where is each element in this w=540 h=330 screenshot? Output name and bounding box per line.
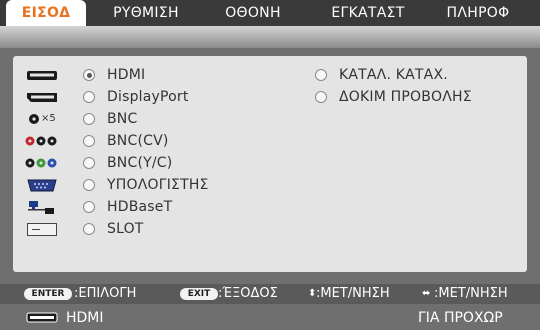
radio-button[interactable] <box>83 201 95 213</box>
current-source-label: HDMI <box>66 310 104 326</box>
bnc-svideo-icon <box>25 154 65 174</box>
option-label: ΔΟΚΙΜ ΠΡΟΒΟΛΗΣ <box>339 89 472 105</box>
bnc-composite-icon <box>25 132 65 152</box>
input-label: DisplayPort <box>107 89 189 105</box>
network-lan-icon <box>25 198 65 218</box>
radio-button[interactable] <box>83 91 95 103</box>
vga-computer-icon <box>25 176 65 196</box>
radio-button[interactable] <box>83 113 95 125</box>
input-option-bnc-yc[interactable]: BNC(Y/C) <box>25 154 265 174</box>
exit-key-badge: EXIT <box>180 288 218 300</box>
move-vertical-hint: :ΜΕΤ/ΝΗΣΗ <box>316 286 390 301</box>
radio-button[interactable] <box>315 69 327 81</box>
input-label: BNC(Y/C) <box>107 155 173 171</box>
tab-info[interactable]: ΠΛΗΡΟΦ <box>428 0 528 26</box>
tab-installation[interactable]: ΕΓΚΑΤΑΣΤ <box>316 0 420 26</box>
option-label: ΚΑΤΑΛ. ΚΑΤΑΧ. <box>339 67 448 83</box>
help-bar: ENTER :ΕΠΙΛΟΓΗ EXIT :ΈΞΟΔΟΣ ⬍ :ΜΕΤ/ΝΗΣΗ … <box>0 284 540 304</box>
input-option-hdmi[interactable]: HDMI <box>25 66 265 86</box>
input-label: BNC <box>107 111 138 127</box>
bnc-count-label: ×5 <box>41 113 56 124</box>
tab-shade-bar <box>0 26 540 48</box>
menu-tab-bar: ΕΙΣΟΔ ΡΥΘΜΙΣΗ ΟΘΟΝΗ ΕΓΚΑΤΑΣΤ ΠΛΗΡΟΦ <box>0 0 540 26</box>
advance-hint: ΓΙΑ ΠΡΟΧΩΡ <box>418 310 503 326</box>
option-test-pattern[interactable]: ΔΟΚΙΜ ΠΡΟΒΟΛΗΣ <box>315 88 515 108</box>
input-label: ΥΠΟΛΟΓΙΣΤΗΣ <box>107 177 209 193</box>
hdmi-port-icon <box>26 310 62 326</box>
input-option-computer[interactable]: ΥΠΟΛΟΓΙΣΤΗΣ <box>25 176 265 196</box>
enter-key-badge: ENTER <box>24 288 72 300</box>
radio-button[interactable] <box>83 157 95 169</box>
option-entry-list[interactable]: ΚΑΤΑΛ. ΚΑΤΑΧ. <box>315 66 515 86</box>
input-option-slot[interactable]: SLOT <box>25 220 265 240</box>
input-option-displayport[interactable]: DisplayPort <box>25 88 265 108</box>
tab-setup[interactable]: ΡΥΘΜΙΣΗ <box>100 0 192 26</box>
status-bar: HDMI ΓΙΑ ΠΡΟΧΩΡ <box>0 306 540 330</box>
radio-button[interactable] <box>83 223 95 235</box>
input-label: SLOT <box>107 221 144 237</box>
input-option-bnc[interactable]: ×5 BNC <box>25 110 265 130</box>
radio-button[interactable] <box>83 69 95 81</box>
radio-button[interactable] <box>83 179 95 191</box>
enter-hint: :ΕΠΙΛΟΓΗ <box>74 286 137 301</box>
radio-button[interactable] <box>315 91 327 103</box>
displayport-icon <box>25 88 65 108</box>
bnc-connector-icon: ×5 <box>25 110 65 130</box>
left-right-arrows-icon: ⬌ <box>422 288 431 299</box>
exit-hint: :ΈΞΟΔΟΣ <box>218 286 278 301</box>
input-label: HDMI <box>107 67 146 83</box>
input-label: BNC(CV) <box>107 133 169 149</box>
input-option-hdbaset[interactable]: HDBaseT <box>25 198 265 218</box>
hdmi-port-icon <box>25 66 65 86</box>
tab-display[interactable]: ΟΘΟΝΗ <box>214 0 292 26</box>
move-horizontal-hint: :ΜΕΤ/ΝΗΣΗ <box>434 286 508 301</box>
radio-button[interactable] <box>83 135 95 147</box>
tab-input[interactable]: ΕΙΣΟΔ <box>6 0 86 26</box>
input-label: HDBaseT <box>107 199 173 215</box>
input-option-bnc-cv[interactable]: BNC(CV) <box>25 132 265 152</box>
slot-card-icon <box>25 220 65 240</box>
input-panel: HDMI DisplayPort ×5 BNC BNC(CV) BNC(Y/C)… <box>13 56 527 272</box>
